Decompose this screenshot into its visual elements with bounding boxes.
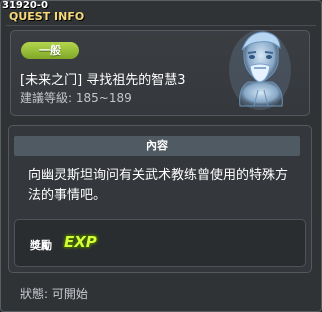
- recommended-level: 建議等級: 185~189: [20, 91, 132, 105]
- quest-description: 向幽灵斯坦询问有关武术教练曾使用的特殊方法的事情吧。: [28, 168, 289, 203]
- window-title: QUEST INFO: [9, 10, 85, 23]
- ghost-npc-portrait-icon: [228, 26, 292, 110]
- exp-icon[interactable]: EXP: [64, 233, 97, 251]
- content-section-header: 內容: [14, 136, 300, 156]
- quest-status: 狀態: 可開始: [20, 287, 88, 301]
- reward-label: 獎勵: [30, 239, 52, 252]
- quest-name: [未来之门] 寻找祖先的智慧3: [20, 73, 186, 88]
- reward-box: [14, 219, 306, 267]
- quest-category-badge: 一般: [21, 42, 79, 59]
